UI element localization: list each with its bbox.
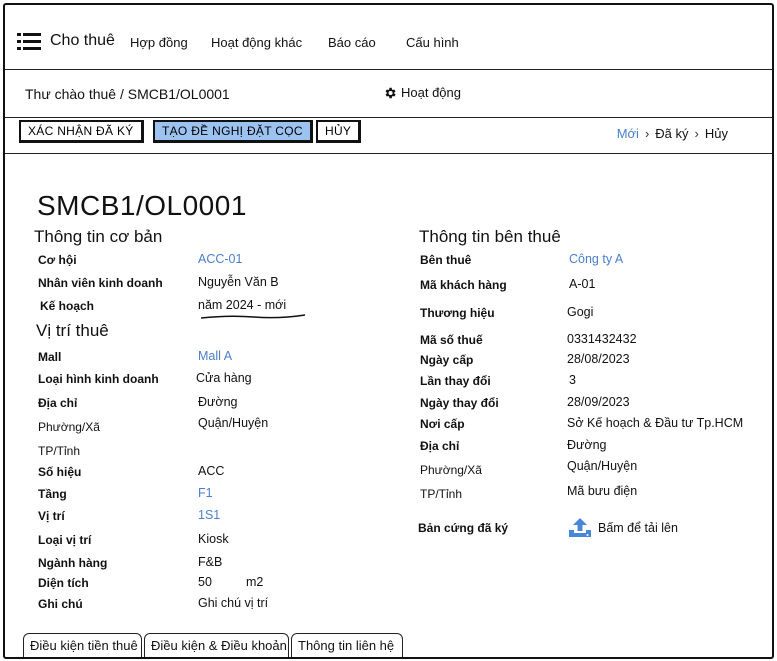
tax-code-label: Mã số thuế xyxy=(420,333,483,347)
note-value[interactable]: Ghi chú vị trí xyxy=(198,596,268,610)
activity-label: Hoạt động xyxy=(401,85,461,100)
tab-baseline xyxy=(5,657,772,658)
position-type-label: Loại vị trí xyxy=(38,533,92,547)
activity-button[interactable]: Hoạt động xyxy=(383,85,461,100)
issued-by-value[interactable]: Sở Kế hoạch & Đầu tư Tp.HCM xyxy=(567,416,743,430)
basic-info-title: Thông tin cơ bản xyxy=(34,227,163,246)
code-label: Số hiệu xyxy=(38,465,82,479)
upload-button[interactable]: Bấm để tải lên xyxy=(568,517,678,539)
ward-label[interactable]: Phường/Xã xyxy=(38,420,100,434)
status-bar: Mới › Đã ký › Hủy xyxy=(617,126,728,141)
position-label: Vị trí xyxy=(38,509,65,523)
tenant-city-label[interactable]: TP/Tỉnh xyxy=(420,487,462,501)
upload-label: Bấm để tải lên xyxy=(598,521,678,535)
category-label: Ngành hàng xyxy=(38,556,108,570)
issue-date-label: Ngày cấp xyxy=(420,353,474,367)
plan-value[interactable]: năm 2024 - mới xyxy=(198,298,286,312)
status-cancelled[interactable]: Hủy xyxy=(705,126,728,141)
top-nav: Cho thuê Hợp đồng Hoạt động khác Báo cáo… xyxy=(5,5,772,70)
position-type-value[interactable]: Kiosk xyxy=(198,532,229,546)
menu-icon[interactable] xyxy=(17,33,41,51)
floor-label: Tầng xyxy=(38,487,67,501)
plan-underline xyxy=(200,314,306,319)
tenant-info-title: Thông tin bên thuê xyxy=(419,227,561,246)
plan-label: Kế hoạch xyxy=(40,299,95,313)
location-title: Vị trí thuê xyxy=(36,321,109,340)
status-new[interactable]: Mới xyxy=(617,126,639,141)
code-value[interactable]: ACC xyxy=(198,464,224,478)
opportunity-link[interactable]: ACC-01 xyxy=(198,252,242,266)
signed-copy-label: Bản cứng đã ký xyxy=(418,521,509,535)
tenant-ward-label[interactable]: Phường/Xã xyxy=(420,463,482,477)
floor-link[interactable]: F1 xyxy=(198,486,213,500)
action-bar: XÁC NHẬN ĐÃ KÝ TẠO ĐỀ NGHỊ ĐẶT CỌC HỦY M… xyxy=(5,118,772,154)
tax-code-value[interactable]: 0331432432 xyxy=(567,332,637,346)
change-date-label: Ngày thay đổi xyxy=(420,396,499,410)
tab-terms-conditions[interactable]: Điều kiện & Điều khoản xyxy=(144,633,289,657)
chevron-right-icon: › xyxy=(694,126,699,141)
change-count-label: Lần thay đổi xyxy=(420,374,491,388)
brand-value[interactable]: Gogi xyxy=(567,305,593,319)
salesperson-value[interactable]: Nguyễn Văn B xyxy=(198,275,279,289)
category-value[interactable]: F&B xyxy=(198,555,222,569)
area-unit: m2 xyxy=(246,575,264,589)
nav-item-reports[interactable]: Báo cáo xyxy=(328,35,376,50)
salesperson-label: Nhân viên kinh doanh xyxy=(38,276,163,290)
tab-contact-info[interactable]: Thông tin liên hệ xyxy=(291,633,403,657)
window: Cho thuê Hợp đồng Hoạt động khác Báo cáo… xyxy=(3,3,774,659)
confirm-signed-button[interactable]: XÁC NHẬN ĐÃ KÝ xyxy=(19,120,144,143)
nav-brand[interactable]: Cho thuê xyxy=(50,32,115,50)
breadcrumb-bar: Thư chào thuê / SMCB1/OL0001 Hoạt động xyxy=(5,70,772,118)
tenant-address-label: Địa chỉ xyxy=(420,439,460,453)
tenant-link[interactable]: Công ty A xyxy=(569,252,623,266)
district-value[interactable]: Quận/Huyện xyxy=(198,416,268,430)
note-label: Ghi chú xyxy=(38,597,83,611)
nav-item-contracts[interactable]: Hợp đồng xyxy=(130,35,188,50)
mall-link[interactable]: Mall A xyxy=(198,349,232,363)
tab-rent-conditions[interactable]: Điều kiện tiền thuê xyxy=(23,633,142,657)
customer-code-label: Mã khách hàng xyxy=(420,278,507,292)
issue-date-value[interactable]: 28/08/2023 xyxy=(567,352,630,366)
brand-label: Thương hiệu xyxy=(420,306,495,320)
status-signed[interactable]: Đã ký xyxy=(655,126,688,141)
biz-type-label: Loại hình kinh doanh xyxy=(38,372,159,386)
breadcrumb[interactable]: Thư chào thuê / SMCB1/OL0001 xyxy=(25,86,230,102)
record-title: SMCB1/OL0001 xyxy=(37,190,247,221)
position-link[interactable]: 1S1 xyxy=(198,508,220,522)
change-date-value[interactable]: 28/09/2023 xyxy=(567,395,630,409)
biz-type-value[interactable]: Cửa hàng xyxy=(196,371,252,385)
nav-item-settings[interactable]: Cấu hình xyxy=(406,35,459,50)
postal-code-value[interactable]: Mã bưu điện xyxy=(567,484,637,498)
change-count-value[interactable]: 3 xyxy=(569,373,576,387)
cancel-button[interactable]: HỦY xyxy=(316,120,362,143)
tenant-address-street[interactable]: Đường xyxy=(567,438,607,452)
create-deposit-request-button[interactable]: TẠO ĐỀ NGHỊ ĐẶT CỌC xyxy=(153,120,313,143)
customer-code-value[interactable]: A-01 xyxy=(569,277,595,291)
issued-by-label: Nơi cấp xyxy=(420,417,465,431)
address-street[interactable]: Đường xyxy=(198,395,238,409)
address-label: Địa chỉ xyxy=(38,396,78,410)
gear-icon xyxy=(385,87,396,98)
area-value[interactable]: 50 xyxy=(198,575,212,589)
tenant-label: Bên thuê xyxy=(420,253,472,267)
opportunity-label: Cơ hội xyxy=(38,253,77,267)
nav-item-other-activities[interactable]: Hoạt động khác xyxy=(211,35,302,50)
chevron-right-icon: › xyxy=(644,126,650,141)
tenant-district-value[interactable]: Quận/Huyện xyxy=(567,459,637,473)
mall-label: Mall xyxy=(38,350,62,364)
city-label[interactable]: TP/Tỉnh xyxy=(38,444,80,458)
upload-icon xyxy=(569,518,591,537)
area-label: Diện tích xyxy=(38,576,89,590)
